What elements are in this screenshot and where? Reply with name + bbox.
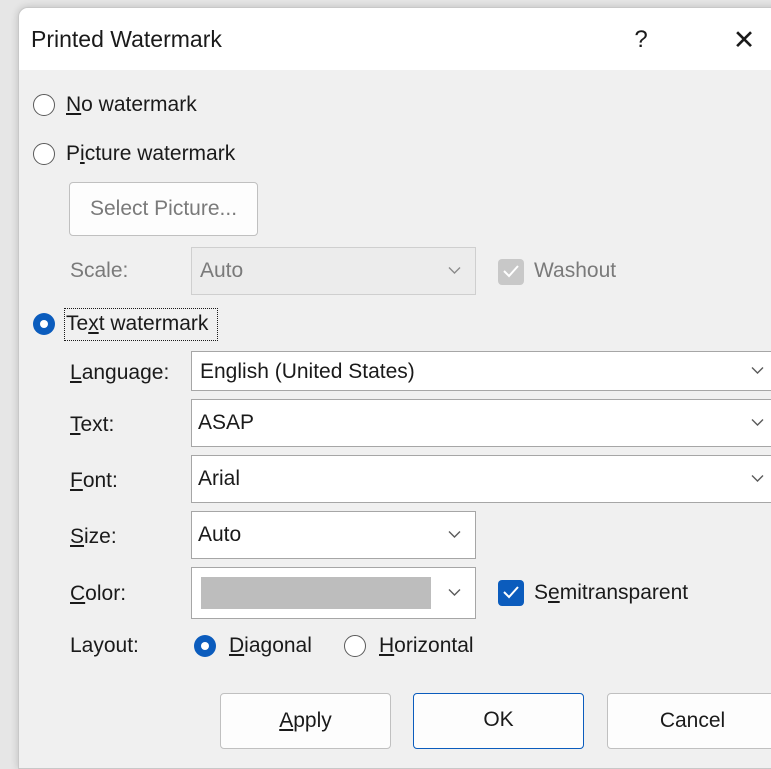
no-watermark-radio[interactable] — [33, 94, 55, 116]
apply-button[interactable]: Apply — [220, 693, 391, 749]
language-label: Language: — [70, 361, 170, 384]
dialog-title: Printed Watermark — [31, 26, 222, 52]
close-icon: ✕ — [732, 25, 756, 55]
language-value: English (United States) — [200, 360, 415, 383]
size-value: Auto — [198, 523, 242, 546]
printed-watermark-dialog: Printed Watermark ? ✕ No watermark Pictu… — [18, 7, 771, 769]
language-select[interactable]: English (United States) — [191, 351, 771, 391]
semitransparent-label[interactable]: Semitransparent — [534, 581, 688, 605]
washout-label: Washout — [534, 259, 617, 282]
font-label: Font: — [70, 469, 118, 492]
horizontal-label[interactable]: Horizontal — [379, 634, 474, 658]
scale-label: Scale: — [70, 259, 129, 282]
text-value: ASAP — [198, 411, 255, 434]
color-picker[interactable] — [191, 567, 476, 619]
size-label: Size: — [70, 525, 117, 548]
chevron-down-icon — [439, 568, 469, 618]
text-watermark-label[interactable]: Text watermark — [66, 312, 208, 336]
checkmark-icon — [503, 265, 519, 278]
chevron-down-icon — [742, 456, 771, 502]
scale-value: Auto — [200, 259, 244, 282]
font-value: Arial — [198, 467, 241, 490]
diagonal-label[interactable]: Diagonal — [229, 634, 312, 658]
checkmark-icon — [503, 586, 519, 599]
font-combobox[interactable]: Arial — [191, 455, 771, 503]
horizontal-radio[interactable] — [344, 635, 366, 657]
semitransparent-checkbox[interactable] — [498, 580, 524, 606]
close-button[interactable]: ✕ — [724, 21, 764, 59]
select-picture-button[interactable]: Select Picture... — [69, 182, 258, 236]
chevron-down-icon — [742, 400, 771, 446]
help-button[interactable]: ? — [616, 21, 666, 59]
washout-checkbox[interactable] — [498, 259, 524, 285]
title-bar: Printed Watermark ? ✕ — [19, 8, 771, 70]
text-label: Text: — [70, 413, 115, 436]
ok-button[interactable]: OK — [413, 693, 584, 749]
scale-select[interactable]: Auto — [191, 247, 476, 295]
no-watermark-label[interactable]: No watermark — [66, 93, 197, 117]
layout-label: Layout: — [70, 634, 139, 657]
cancel-button[interactable]: Cancel — [607, 693, 771, 749]
color-swatch — [201, 577, 431, 609]
picture-watermark-label[interactable]: Picture watermark — [66, 142, 235, 166]
picture-watermark-radio[interactable] — [33, 143, 55, 165]
chevron-down-icon — [439, 248, 469, 294]
chevron-down-icon — [439, 512, 469, 558]
size-combobox[interactable]: Auto — [191, 511, 476, 559]
diagonal-radio[interactable] — [194, 635, 216, 657]
text-combobox[interactable]: ASAP — [191, 399, 771, 447]
text-watermark-radio[interactable] — [33, 313, 55, 335]
color-label: Color: — [70, 582, 127, 605]
chevron-down-icon — [742, 352, 771, 390]
